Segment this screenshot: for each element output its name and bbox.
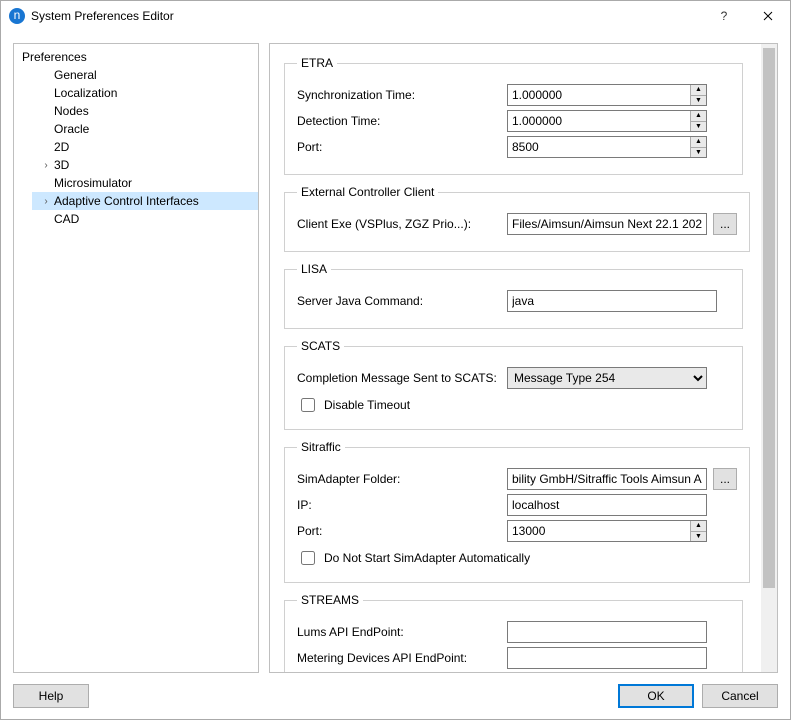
streams-meter-dev-label: Metering Devices API EndPoint: (297, 651, 507, 665)
spin-up-icon[interactable]: ▲ (691, 111, 706, 122)
spin-up-icon[interactable]: ▲ (691, 521, 706, 532)
scats-msg-combo[interactable]: Message Type 254 (507, 367, 707, 389)
etra-sync-label: Synchronization Time: (297, 88, 507, 102)
group-etra-title: ETRA (297, 56, 337, 70)
tree-item-label: Adaptive Control Interfaces (52, 194, 199, 208)
etra-detect-label: Detection Time: (297, 114, 507, 128)
group-etra: ETRA Synchronization Time: ▲▼ Detection … (284, 56, 743, 175)
window-title: System Preferences Editor (31, 9, 702, 23)
etra-port-spinner[interactable]: ▲▼ (507, 136, 707, 158)
cancel-button[interactable]: Cancel (702, 684, 778, 708)
sitraffic-nostart-label: Do Not Start SimAdapter Automatically (324, 551, 530, 565)
tree-item-label: 3D (52, 158, 69, 172)
streams-lums-ep-label: Lums API EndPoint: (297, 625, 507, 639)
group-sitraffic-title: Sitraffic (297, 440, 345, 454)
main-panel: ETRA Synchronization Time: ▲▼ Detection … (269, 43, 778, 673)
group-scats: SCATS Completion Message Sent to SCATS: … (284, 339, 743, 430)
etra-sync-input[interactable] (508, 85, 690, 105)
tree-item-general[interactable]: General (32, 66, 258, 84)
chevron-right-icon[interactable]: › (40, 196, 52, 207)
spin-down-icon[interactable]: ▼ (691, 96, 706, 106)
tree-item-label: Localization (52, 86, 117, 100)
titlebar: n System Preferences Editor ? (1, 1, 790, 31)
etra-port-input[interactable] (508, 137, 690, 157)
help-button[interactable]: Help (13, 684, 89, 708)
group-streams: STREAMS Lums API EndPoint: Metering Devi… (284, 593, 743, 672)
sitraffic-folder-label: SimAdapter Folder: (297, 472, 507, 486)
ext-exe-label: Client Exe (VSPlus, ZGZ Prio...): (297, 217, 507, 231)
etra-detect-spinner[interactable]: ▲▼ (507, 110, 707, 132)
group-scats-title: SCATS (297, 339, 344, 353)
chevron-right-icon[interactable]: › (40, 160, 52, 171)
etra-port-label: Port: (297, 140, 507, 154)
sitraffic-folder-input[interactable] (507, 468, 707, 490)
spin-down-icon[interactable]: ▼ (691, 122, 706, 132)
scats-disable-timeout-label: Disable Timeout (324, 398, 410, 412)
spin-up-icon[interactable]: ▲ (691, 85, 706, 96)
footer: Help OK Cancel (1, 673, 790, 719)
window: n System Preferences Editor ? Preference… (0, 0, 791, 720)
ok-button[interactable]: OK (618, 684, 694, 708)
tree-item-label: Nodes (52, 104, 89, 118)
tree-item-label: Microsimulator (52, 176, 132, 190)
svg-text:n: n (14, 11, 21, 21)
sitraffic-ip-label: IP: (297, 498, 507, 512)
scats-msg-label: Completion Message Sent to SCATS: (297, 371, 507, 385)
tree-item-localization[interactable]: Localization (32, 84, 258, 102)
group-external-controller: External Controller Client Client Exe (V… (284, 185, 750, 252)
sitraffic-port-input[interactable] (508, 521, 690, 541)
group-ext-title: External Controller Client (297, 185, 438, 199)
tree-item-adaptive-control-interfaces[interactable]: ›Adaptive Control Interfaces (32, 192, 258, 210)
etra-sync-spinner[interactable]: ▲▼ (507, 84, 707, 106)
tree-item-label: Oracle (52, 122, 89, 136)
streams-lums-ep-input[interactable] (507, 621, 707, 643)
tree-item-label: 2D (52, 140, 69, 154)
preferences-tree[interactable]: Preferences General Localization Nodes Orac… (13, 43, 259, 673)
etra-detect-input[interactable] (508, 111, 690, 131)
sitraffic-port-label: Port: (297, 524, 507, 538)
sitraffic-ip-input[interactable] (507, 494, 707, 516)
scrollbar-thumb[interactable] (763, 48, 775, 588)
tree-item-label: General (52, 68, 97, 82)
group-sitraffic: Sitraffic SimAdapter Folder: ... IP: (284, 440, 750, 583)
sitraffic-browse-button[interactable]: ... (713, 468, 737, 490)
main-scrollbar[interactable] (761, 44, 777, 672)
tree-item-3d[interactable]: ›3D (32, 156, 258, 174)
sitraffic-port-spinner[interactable]: ▲▼ (507, 520, 707, 542)
tree-root[interactable]: Preferences (14, 48, 258, 66)
group-streams-title: STREAMS (297, 593, 363, 607)
group-lisa-title: LISA (297, 262, 331, 276)
app-icon: n (9, 8, 25, 24)
ext-exe-input[interactable] (507, 213, 707, 235)
sitraffic-nostart-checkbox[interactable] (301, 551, 315, 565)
tree-item-oracle[interactable]: Oracle (32, 120, 258, 138)
tree-item-cad[interactable]: CAD (32, 210, 258, 228)
close-icon[interactable] (746, 1, 790, 31)
lisa-cmd-label: Server Java Command: (297, 294, 507, 308)
spin-up-icon[interactable]: ▲ (691, 137, 706, 148)
lisa-cmd-input[interactable] (507, 290, 717, 312)
streams-meter-dev-input[interactable] (507, 647, 707, 669)
scats-disable-timeout-checkbox[interactable] (301, 398, 315, 412)
spin-down-icon[interactable]: ▼ (691, 148, 706, 158)
tree-item-label: CAD (52, 212, 79, 226)
spin-down-icon[interactable]: ▼ (691, 532, 706, 542)
ext-browse-button[interactable]: ... (713, 213, 737, 235)
group-lisa: LISA Server Java Command: (284, 262, 743, 329)
help-icon[interactable]: ? (702, 1, 746, 31)
main-content: ETRA Synchronization Time: ▲▼ Detection … (270, 44, 761, 672)
tree-item-nodes[interactable]: Nodes (32, 102, 258, 120)
body: Preferences General Localization Nodes Orac… (1, 31, 790, 673)
tree-item-2d[interactable]: 2D (32, 138, 258, 156)
tree-item-microsimulator[interactable]: Microsimulator (32, 174, 258, 192)
